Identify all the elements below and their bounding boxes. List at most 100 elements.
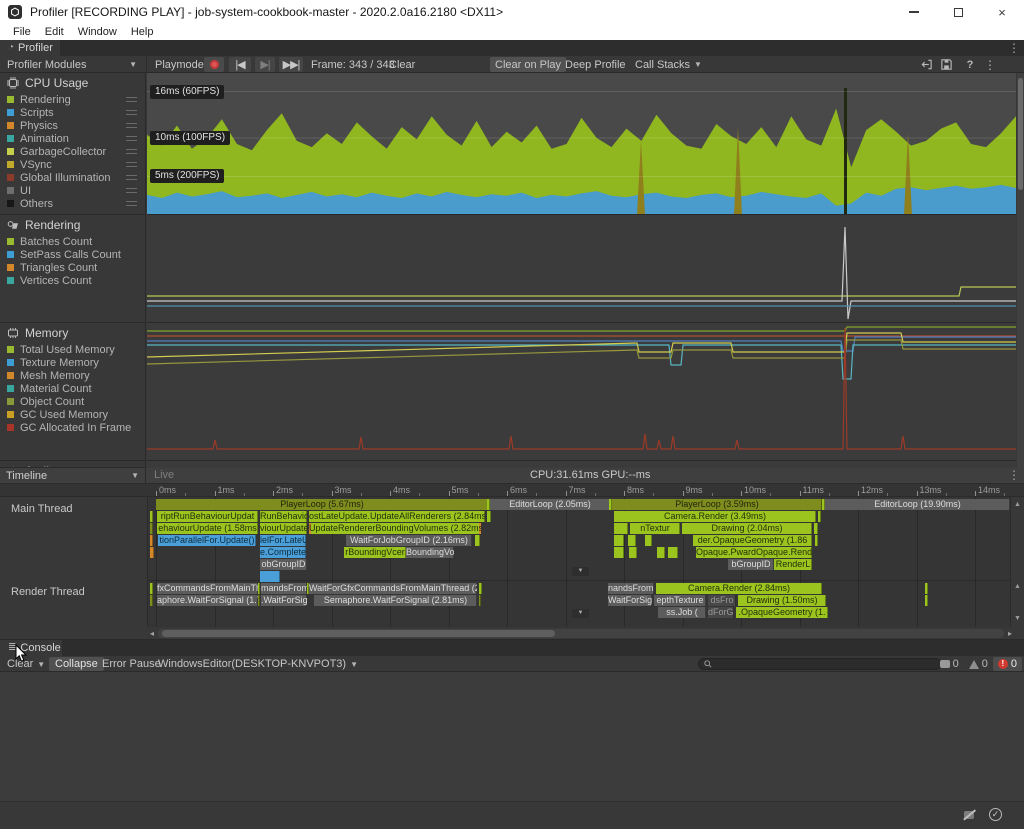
timeline-block[interactable]: WaitForJobGroupID (2.16ms) [346,535,472,546]
timeline-block[interactable] [260,571,280,582]
current-frame-button[interactable]: ▶▶| [279,57,303,72]
audio-chart[interactable] [147,461,1016,468]
module-charts[interactable]: 16ms (60FPS)10ms (100FPS)5ms (200FPS) [147,73,1016,468]
module-item-texture-memory[interactable]: Texture Memory [0,356,145,369]
module-item-physics[interactable]: Physics [0,119,145,132]
save-icon[interactable] [940,58,960,71]
warning-count-badge[interactable]: 0 [964,657,993,671]
timeline-block[interactable]: PlayerLoop (3.59ms) [612,499,822,510]
notifications-muted-icon[interactable] [963,809,975,821]
timeline-block[interactable]: Camera.Render (2.84ms) [656,583,822,594]
minimize-button[interactable] [892,0,936,24]
module-item-ui[interactable]: UI [0,184,145,197]
drag-handle-icon[interactable] [126,201,137,206]
module-item-vertices-count[interactable]: Vertices Count [0,274,145,287]
timeline-horizontal-scrollbar[interactable]: ◂ ▸ [0,627,1024,640]
module-item-batches-count[interactable]: Batches Count [0,235,145,248]
module-header[interactable]: CPU Usage [0,73,145,93]
timeline-block[interactable]: .OpaqueGeometry (1. [736,607,828,618]
memory-chart[interactable] [147,323,1016,461]
timeline-block[interactable]: EditorLoop (19.90ms) [825,499,1010,510]
module-item-rendering[interactable]: Rendering [0,93,145,106]
menu-help[interactable]: Help [124,26,161,38]
timeline-block[interactable]: riptRunBehaviourUpdat [157,511,258,522]
charts-scrollbar[interactable] [1017,73,1024,468]
module-item-object-count[interactable]: Object Count [0,395,145,408]
drag-handle-icon[interactable] [126,123,137,128]
timeline-block[interactable]: ostLateUpdate.UpdateAllRenderers (2.84ms [309,511,485,522]
overflow-menu-icon[interactable]: ⋮ [980,58,1000,72]
timeline-block[interactable]: Camera.Render (3.49ms) [614,511,816,522]
timeline-block[interactable] [150,535,153,546]
timeline-block[interactable]: WaitForGfxCommandsFromMainThread (2.8 [309,583,477,594]
drag-handle-icon[interactable] [126,149,137,154]
timeline-block[interactable] [258,595,260,606]
timeline-block[interactable] [628,535,636,546]
timeline-block[interactable] [629,547,637,558]
load-icon[interactable] [920,58,940,71]
console-target-dropdown[interactable]: WindowsEditor(DESKTOP-KNVPOT3)▼ [152,657,364,671]
drag-handle-icon[interactable] [126,97,137,102]
module-item-total-used-memory[interactable]: Total Used Memory [0,343,145,356]
scroll-right-icon[interactable]: ▸ [1008,629,1012,638]
tab-strip-menu-icon[interactable]: ⋮ [1008,41,1020,55]
timeline-block[interactable]: BoundingVol [406,547,454,558]
console-log-area[interactable] [0,672,1024,802]
module-item-animation[interactable]: Animation [0,132,145,145]
module-item-garbagecollector[interactable]: GarbageCollector [0,145,145,158]
timeline-block[interactable] [150,595,153,606]
module-item-global-illumination[interactable]: Global Illumination [0,171,145,184]
drag-handle-icon[interactable] [126,175,137,180]
timeline-block[interactable]: lelFor.LateU [260,535,306,546]
clear-on-play-toggle[interactable]: Clear on Play [490,57,566,72]
timeline-block[interactable]: UpdateRendererBoundingVolumes (2.82ms [309,523,481,534]
timeline-block[interactable]: dsFro [708,595,736,606]
timeline-block[interactable]: obGroupID [260,559,307,570]
timeline-block[interactable]: e.Complete [260,547,306,558]
timeline-block[interactable] [479,595,481,606]
timeline-block[interactable]: ss.Job ( [658,607,706,618]
module-header[interactable]: Memory [0,323,145,343]
timeline-block[interactable] [487,511,491,522]
timeline-block[interactable]: Semaphore.WaitForSignal (2.81ms) [314,595,477,606]
scroll-up-icon[interactable]: ▲ [1014,501,1021,508]
module-header[interactable]: Audio [0,461,145,468]
cpu-usage-chart[interactable]: 16ms (60FPS)10ms (100FPS)5ms (200FPS) [147,73,1016,215]
timeline-menu-icon[interactable]: ⋮ [1008,468,1020,482]
timeline-block[interactable] [815,535,818,546]
timeline-block[interactable] [814,523,818,534]
timeline-block[interactable] [818,511,821,522]
error-count-badge[interactable]: !0 [993,657,1022,671]
module-header[interactable]: Rendering [0,215,145,235]
timeline-block[interactable]: Opaque.PwardOpaque.Rende [696,547,812,558]
menu-window[interactable]: Window [71,26,124,38]
timeline-block[interactable]: aphore.WaitForSignal (1.75 [157,595,258,606]
module-item-gc-allocated-in-frame[interactable]: GC Allocated In Frame [0,421,145,434]
timeline-block[interactable]: bGroupID [728,559,774,570]
module-item-others[interactable]: Others [0,197,145,210]
scrollbar-track[interactable] [158,629,1004,638]
timeline-block[interactable]: fxCommandsFromMainThr [157,583,258,594]
module-item-mesh-memory[interactable]: Mesh Memory [0,369,145,382]
console-search-input[interactable] [698,658,942,670]
timeline-block[interactable]: nTextur [630,523,680,534]
maximize-button[interactable] [936,0,980,24]
tab-console[interactable]: ≣ Console [0,640,62,656]
timeline-block[interactable] [925,595,928,606]
close-button[interactable]: × [980,0,1024,24]
module-item-scripts[interactable]: Scripts [0,106,145,119]
timeline-block[interactable]: mandsFromM [261,583,307,594]
timeline-block[interactable]: RenderL [774,559,812,570]
timeline-block[interactable] [822,499,825,510]
timeline-block[interactable] [668,547,678,558]
timeline-view-dropdown[interactable]: Timeline▼ [0,468,146,483]
timeline-block[interactable]: der.OpaqueGeometry (1.86 [693,535,812,546]
timeline-block[interactable] [150,523,153,534]
timeline-block[interactable] [487,499,490,510]
timeline-block[interactable] [150,511,153,522]
timeline-block[interactable]: ehaviourUpdate (1.58ms [157,523,258,534]
timeline-block[interactable]: rBoundingVcer [344,547,406,558]
timeline-block[interactable] [657,547,665,558]
scroll-left-icon[interactable]: ◂ [150,629,154,638]
menu-edit[interactable]: Edit [38,26,71,38]
